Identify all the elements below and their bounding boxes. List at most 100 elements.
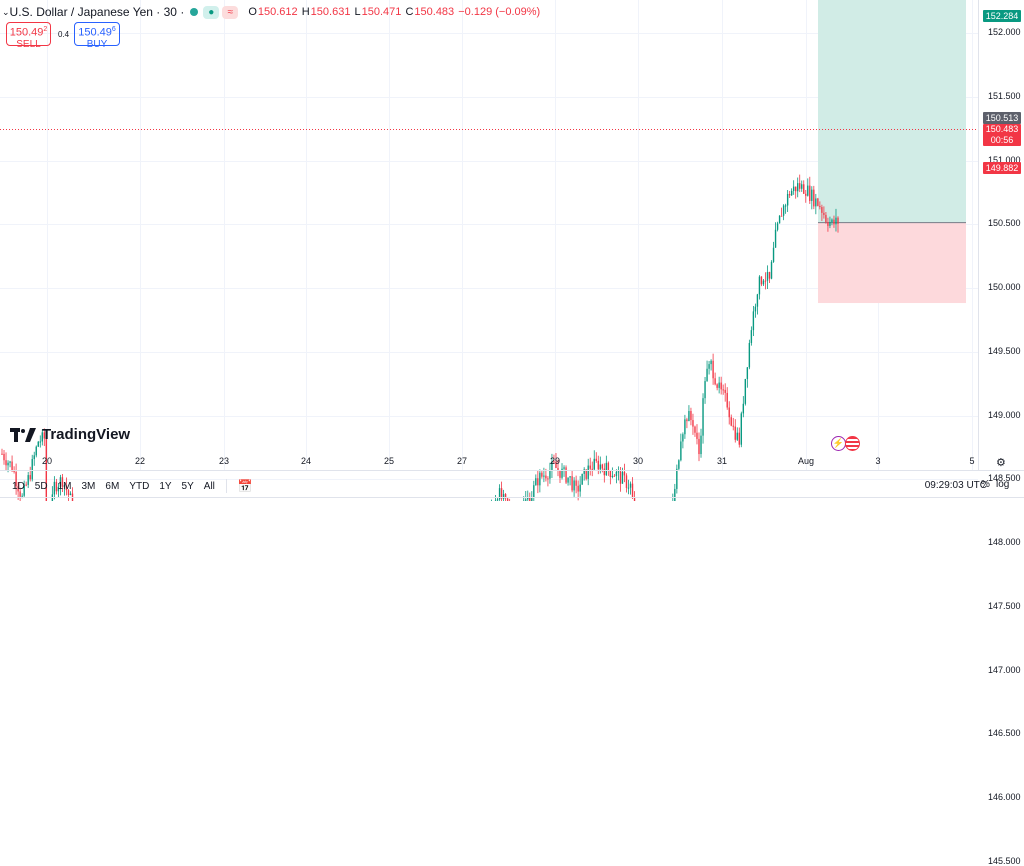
candle-body [761, 277, 762, 285]
candle-body [791, 191, 792, 195]
price-tick-label: 148.000 [988, 537, 1021, 547]
price-tick-label: 150.000 [988, 282, 1021, 292]
price-chart[interactable] [0, 0, 1024, 501]
tradingview-logo[interactable]: TradingView [10, 426, 130, 443]
candle-body [708, 364, 709, 369]
sell-button[interactable]: 150.492 SELL [6, 22, 51, 46]
candle-body [735, 427, 736, 440]
candle-body [809, 186, 810, 201]
candle-body [787, 194, 788, 205]
candle-body [577, 486, 578, 492]
candle-body [686, 419, 687, 421]
candle-body [771, 262, 772, 279]
candle-body [696, 433, 697, 439]
candle-body [823, 213, 824, 215]
candle-body [757, 294, 758, 306]
candle-body [567, 478, 568, 483]
candle-body [21, 496, 22, 497]
market-open-icon [190, 8, 198, 16]
candle-body [763, 281, 764, 285]
time-tick-label: 20 [27, 456, 67, 466]
range-5d[interactable]: 5D [35, 481, 48, 492]
indicator-eye-icon[interactable]: ● [203, 6, 219, 19]
time-tick-label: 5 [952, 456, 992, 466]
time-tick-label: 25 [369, 456, 409, 466]
candle-body [5, 460, 6, 465]
timeframe-toolbar: 1D 5D 1M 3M 6M YTD 1Y 5Y All 📅 [0, 478, 258, 494]
price-tick-label: 147.500 [988, 601, 1021, 611]
candle-body [729, 408, 730, 418]
candle-body [827, 222, 828, 226]
take-profit-tag: 152.284 [983, 10, 1021, 22]
candle-body [676, 469, 677, 489]
legend-header: ⌄ U.S. Dollar / Japanese Yen · 30 · ● ≈ … [0, 2, 541, 22]
percent-scale-toggle[interactable]: % [981, 479, 990, 490]
candle-body [775, 230, 776, 248]
range-3m[interactable]: 3M [82, 481, 96, 492]
candle-body [819, 206, 820, 207]
candle-body [831, 220, 832, 222]
candle-body [706, 369, 707, 381]
candle-body [545, 476, 546, 479]
candle-body [767, 272, 768, 281]
range-5y[interactable]: 5Y [182, 481, 194, 492]
candle-body [596, 459, 597, 461]
range-1d[interactable]: 1D [12, 481, 25, 492]
candle-body [630, 484, 631, 488]
range-1m[interactable]: 1M [58, 481, 72, 492]
axis-settings-icon[interactable]: ⚙ [996, 456, 1006, 469]
candle-body [533, 485, 534, 497]
take-profit-zone[interactable] [818, 0, 966, 223]
candle-body [751, 330, 752, 343]
range-6m[interactable]: 6M [105, 481, 119, 492]
data-wave-icon[interactable]: ≈ [222, 6, 238, 19]
candle-body [727, 393, 728, 408]
range-all[interactable]: All [204, 481, 215, 492]
us-flag-event-icon[interactable] [845, 436, 860, 451]
date-range-icon[interactable]: 📅 [238, 479, 253, 493]
candle-body [698, 439, 699, 454]
candle-body [702, 398, 703, 435]
candle-body [616, 472, 617, 476]
candle-body [626, 475, 627, 487]
time-tick-label: 29 [535, 456, 575, 466]
candle-body [571, 476, 572, 490]
candle-body [549, 470, 550, 479]
stop-loss-zone[interactable] [818, 223, 966, 303]
utc-clock[interactable]: 09:29:03 UTC [925, 480, 987, 491]
candle-body [678, 460, 679, 469]
range-ytd[interactable]: YTD [129, 481, 149, 492]
long-position-tool[interactable] [818, 0, 966, 303]
candle-body [781, 216, 782, 217]
candlestick-series [1, 175, 838, 501]
candle-body [565, 467, 566, 482]
time-tick-label: 31 [702, 456, 742, 466]
candle-body [680, 441, 681, 460]
candle-body [588, 466, 589, 479]
candle-body [606, 463, 607, 475]
symbol-title[interactable]: U.S. Dollar / Japanese Yen · 30 · [10, 5, 185, 19]
buy-button[interactable]: 150.496 BUY [74, 22, 120, 46]
candle-body [777, 223, 778, 229]
range-1y[interactable]: 1Y [159, 481, 171, 492]
candle-body [618, 471, 619, 472]
candle-body [684, 419, 685, 434]
price-tick-label: 147.000 [988, 665, 1021, 675]
candle-body [731, 417, 732, 425]
candle-body [581, 474, 582, 485]
candle-body [610, 471, 611, 477]
candle-body [759, 277, 760, 295]
time-tick-label: 22 [120, 456, 160, 466]
candle-body [745, 379, 746, 404]
candle-body [817, 198, 818, 205]
log-scale-toggle[interactable]: log [996, 479, 1009, 490]
events-icon[interactable]: ⚡ [831, 436, 846, 451]
tradingview-logo-icon [10, 428, 36, 442]
candle-body [811, 190, 812, 201]
candle-body [527, 498, 528, 499]
candle-body [592, 469, 593, 470]
candle-body [801, 184, 802, 189]
candle-body [600, 464, 601, 469]
candle-body [799, 183, 800, 189]
series-chevron-icon[interactable]: ⌄ [2, 7, 10, 18]
